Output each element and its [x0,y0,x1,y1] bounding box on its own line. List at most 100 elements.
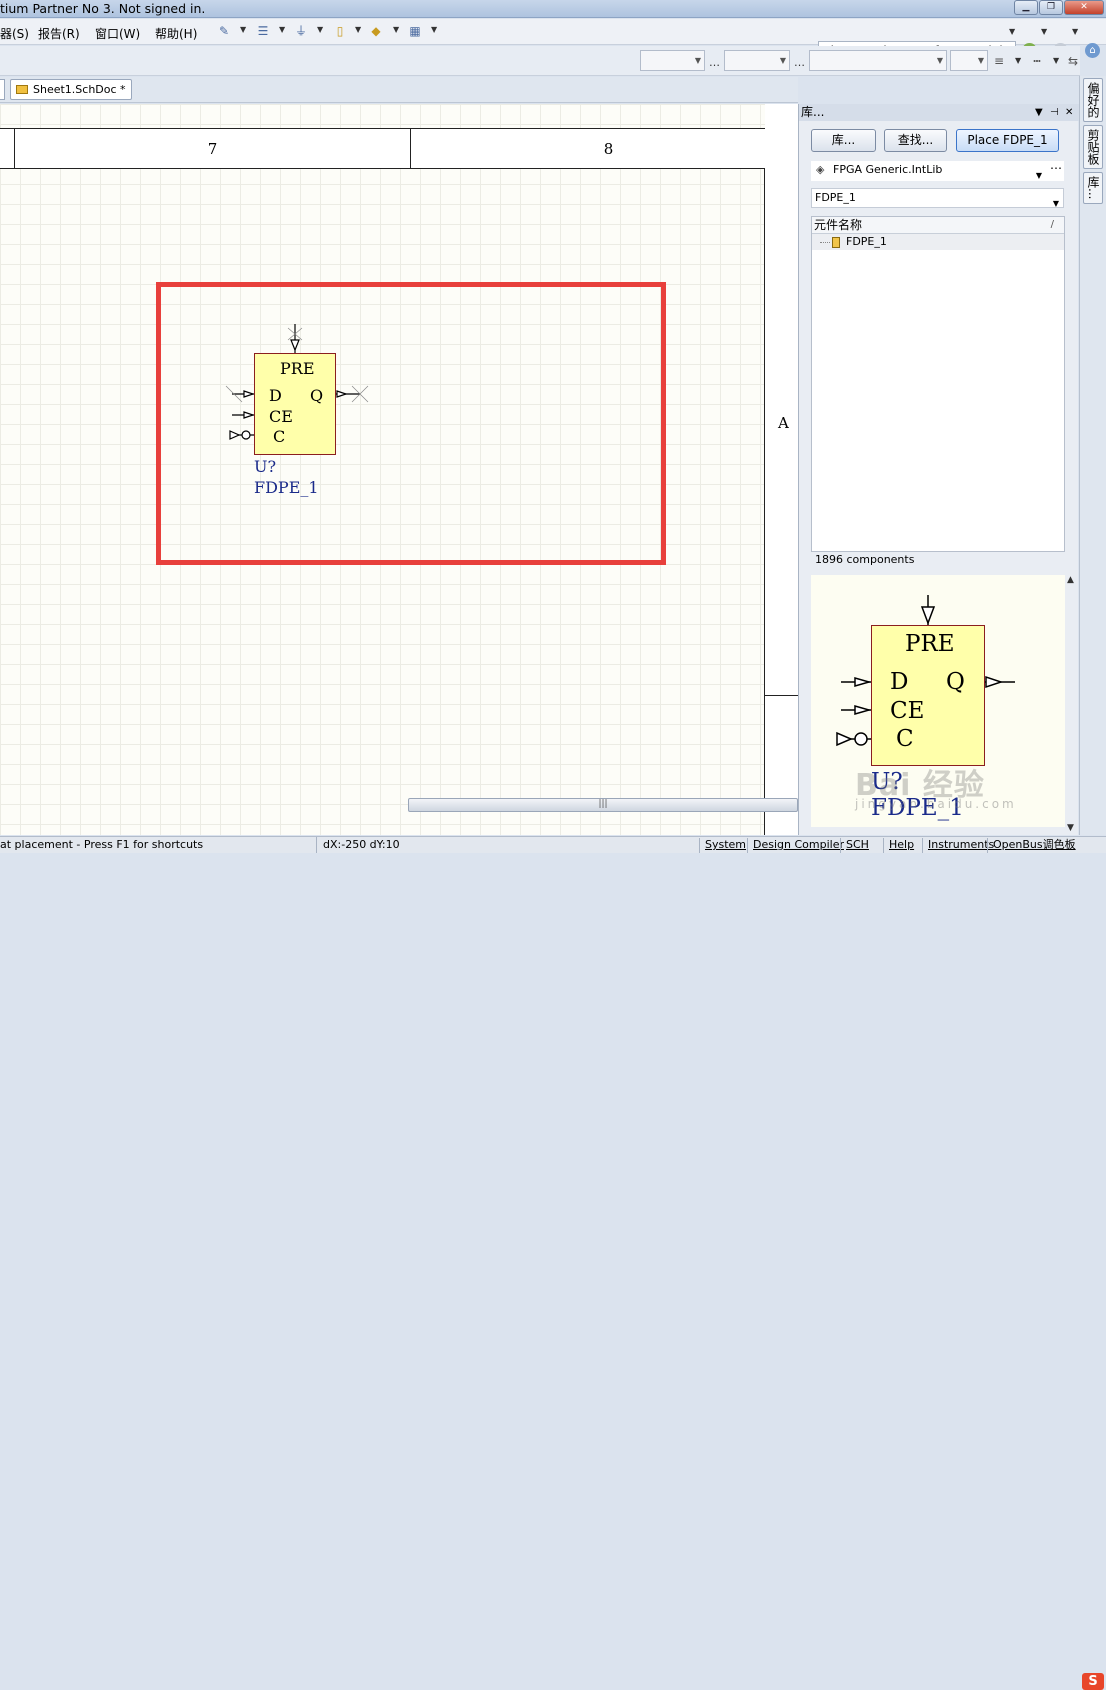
sogou-icon[interactable]: S [1082,1673,1104,1690]
minimize-button[interactable]: ▁ [1014,0,1038,15]
preview-label-ce: CE [890,698,925,724]
style-combo[interactable]: ▼ [809,50,947,71]
component-comment: FDPE_1 [254,478,319,497]
menu-item-window[interactable]: 窗口(W) [95,25,140,42]
preview-component: PRE D Q CE C [871,625,985,766]
document-tab-bar: Sheet1.SchDoc * [0,77,798,103]
status-openbus-button[interactable]: OpenBus调色板 [987,838,1081,853]
library-select[interactable]: ◈ FPGA Generic.IntLib ▼ ⋯ [811,161,1064,181]
font-combo[interactable]: ▼ [640,50,705,71]
chevron-down-icon: ▼ [1035,171,1042,180]
tab-favorites[interactable]: 偏好的 [1083,78,1103,122]
menu-item-report[interactable]: 报告(R) [38,25,80,42]
chevron-down-icon: ▼ [1052,199,1059,208]
component-preview: PRE D Q CE C U? FDPE_1 Bai 经验 jingyan.ba… [811,575,1065,827]
chevron-down-icon[interactable]: ▼ [431,25,437,34]
zone-ruler: 7 8 [0,128,798,169]
status-sch-button[interactable]: SCH [840,838,874,853]
panel-header: 库... ▼ ⊣ ✕ [799,104,1079,121]
swap-icon[interactable]: ⇆ [1066,54,1080,68]
component-list[interactable]: 元件名称 / FDPE_1 [811,216,1065,552]
place-button[interactable]: Place FDPE_1 [956,129,1059,152]
chevron-down-icon[interactable]: ▼ [393,25,399,34]
chevron-down-icon[interactable]: ▼ [355,25,361,34]
list-item[interactable]: FDPE_1 [812,234,1064,250]
chevron-down-icon[interactable]: ▼ [1067,823,1074,833]
chevron-down-icon[interactable]: ▼ [317,25,323,34]
filter-input[interactable]: FDPE_1 ▼ [811,188,1064,208]
preview-scrollbar[interactable]: ▲ ▼ [1067,575,1077,835]
library-icon: ◈ [816,163,825,176]
zone-row-a: A [778,414,789,432]
chevron-up-icon[interactable]: ▲ [1067,575,1074,585]
preview-label-d: D [890,669,909,695]
side-panel-tabs: 偏好的 剪贴板 库... [1079,76,1106,835]
more-icon[interactable]: ⋯ [1050,159,1062,177]
tab-previous[interactable] [0,79,5,100]
status-system-button[interactable]: System [699,838,751,853]
component-count: 1896 components [815,553,915,566]
menu-item-help[interactable]: 帮助(H) [155,25,197,42]
preview-label-q: Q [946,669,965,695]
maximize-button[interactable]: ❐ [1039,0,1063,15]
wire-tool-icon[interactable]: ✎ [217,24,231,38]
search-button[interactable]: 查找... [884,129,947,152]
column-header[interactable]: 元件名称 / [812,217,1064,234]
chevron-down-icon[interactable]: ▼ [279,25,285,34]
directive-tool-icon[interactable]: ◆ [369,24,383,38]
pin-label-q: Q [310,386,324,405]
list-item-label: FDPE_1 [846,235,887,248]
chevron-down-icon[interactable]: ▼ [1015,56,1021,65]
more-icon[interactable]: … [709,56,720,69]
home-icon[interactable]: ⌂ [1085,43,1100,58]
part-tool-icon[interactable]: ▯ [333,24,347,38]
panel-title: 库... [801,105,825,119]
status-coordinates: dX:-250 dY:10 [316,837,400,853]
menu-item-s[interactable]: 器(S) [0,25,29,42]
pin-icon[interactable]: ⊣ [1050,104,1059,121]
horizontal-scrollbar[interactable]: ||| [408,798,798,812]
chevron-down-icon[interactable]: ▼ [1009,27,1015,36]
libraries-button[interactable]: 库... [811,129,876,152]
width-combo[interactable]: ▼ [950,50,988,71]
size-combo[interactable]: ▼ [724,50,790,71]
filter-value: FDPE_1 [815,191,856,204]
component-fdpe1[interactable]: PRE D Q CE C [254,353,336,455]
format-toolbar: ▼ … ▼ … ▼ ▼ ≡ ▼ ┅ ▼ ⇆ [0,46,1080,76]
pin-label-c: C [273,427,286,446]
close-button[interactable]: ✕ [1064,0,1104,15]
library-panel: 库... ▼ ⊣ ✕ 库... 查找... Place FDPE_1 ◈ FPG… [798,104,1079,835]
window-title: tium Partner No 3. Not signed in. [0,1,206,16]
title-bar: tium Partner No 3. Not signed in. ▁ ❐ ✕ [0,0,1106,18]
pin-label-d: D [269,386,282,405]
dash-style-icon[interactable]: ┅ [1030,54,1044,68]
zone-divider [765,695,798,696]
tab-label: Sheet1.SchDoc * [33,83,126,96]
component-designator: U? [254,457,277,476]
line-style-icon[interactable]: ≡ [992,54,1006,68]
port-tool-icon[interactable]: ☰ [256,24,270,38]
schematic-canvas[interactable]: 7 8 A PRE D Q CE C U? FDPE_1 ||| [0,104,798,835]
status-bar: at placement - Press F1 for shortcuts dX… [0,836,1106,1690]
tab-libraries[interactable]: 库... [1083,172,1103,204]
preview-label-c: C [896,726,914,752]
chevron-down-icon[interactable]: ▼ [1053,56,1059,65]
preview-label-pre: PRE [905,631,955,657]
chevron-down-icon[interactable]: ▼ [240,25,246,34]
grid-tool-icon[interactable]: ▦ [408,24,422,38]
close-icon[interactable]: ✕ [1065,104,1073,121]
status-design-compiler-button[interactable]: Design Compiler [747,838,849,853]
more-icon[interactable]: … [794,56,805,69]
window-controls: ▁ ❐ ✕ [1014,0,1104,16]
ground-tool-icon[interactable]: ⏚ [294,24,308,38]
panel-menu-icon[interactable]: ▼ [1035,104,1043,121]
tab-sheet1[interactable]: Sheet1.SchDoc * [10,79,132,100]
chevron-down-icon[interactable]: ▼ [1072,27,1078,36]
schematic-doc-icon [16,85,28,94]
tree-line [820,242,830,243]
status-help-button[interactable]: Help [883,838,919,853]
chevron-down-icon[interactable]: ▼ [1041,27,1047,36]
tab-clipboard[interactable]: 剪贴板 [1083,125,1103,169]
zone-margin [765,104,798,835]
status-message: at placement - Press F1 for shortcuts [0,838,204,851]
